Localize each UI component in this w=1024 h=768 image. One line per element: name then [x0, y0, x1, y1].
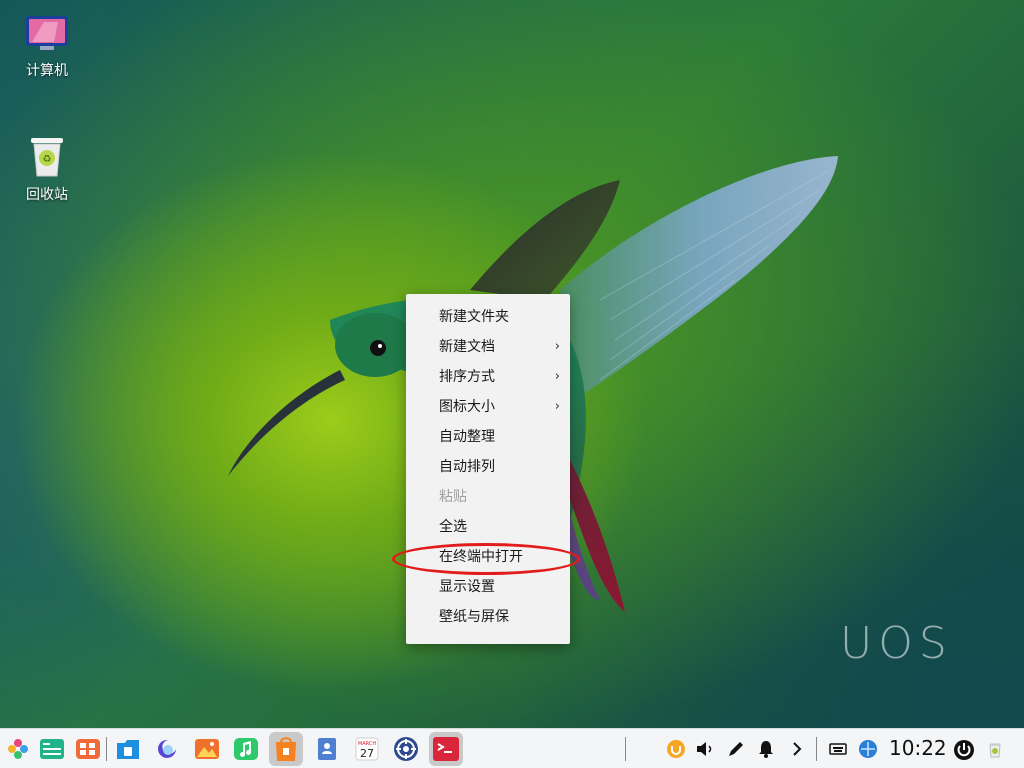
launcher-button[interactable]: [4, 735, 32, 763]
menu-item-display-settings[interactable]: 显示设置: [406, 572, 570, 602]
pen-icon: [729, 742, 743, 756]
app-grid-button[interactable]: [74, 735, 102, 763]
menu-item-new-folder[interactable]: 新建文件夹: [406, 302, 570, 332]
desktop-icon-label: 计算机: [26, 63, 68, 79]
highlight-annotation-oval: [392, 543, 580, 575]
settings-icon: [394, 737, 418, 761]
taskbar-separator: [106, 737, 107, 761]
calendar-icon: MARCH 27: [355, 737, 379, 761]
power-icon: [954, 740, 974, 760]
menu-item-label: 新建文档: [439, 339, 495, 355]
expand-tray-button[interactable]: [787, 739, 807, 759]
computer-icon: [26, 16, 68, 50]
menu-item-new-document[interactable]: 新建文档 ›: [406, 332, 570, 362]
chevron-right-icon: ›: [554, 369, 560, 384]
menu-item-label: 粘贴: [439, 489, 467, 505]
keyboard-tray-button[interactable]: [828, 739, 848, 759]
calendar-button[interactable]: MARCH 27: [353, 735, 381, 763]
desktop-icon-label: 回收站: [26, 187, 68, 203]
settings-button[interactable]: [392, 735, 420, 763]
pen-tray-button[interactable]: [726, 739, 746, 759]
multitask-view-icon: [40, 739, 64, 759]
menu-item-paste: 粘贴: [406, 482, 570, 512]
menu-item-auto-sort[interactable]: 自动排列: [406, 452, 570, 482]
photos-button[interactable]: [193, 735, 221, 763]
menu-item-label: 显示设置: [439, 579, 495, 595]
music-button[interactable]: [232, 735, 260, 763]
trash-tray-icon: [989, 743, 1001, 758]
chevron-right-icon: ›: [554, 339, 560, 354]
desktop-context-menu: 新建文件夹 新建文档 › 排序方式 › 图标大小 › 自动整理 自动排列 粘贴 全选 …: [406, 294, 570, 644]
menu-item-select-all[interactable]: 全选: [406, 512, 570, 542]
app-grid-icon: [76, 739, 100, 759]
app-store-button[interactable]: [269, 732, 303, 766]
app-store-icon: [276, 737, 296, 761]
file-manager-button[interactable]: [114, 735, 142, 763]
keyboard-icon: [829, 743, 847, 755]
uos-watermark: UOS: [840, 618, 953, 669]
launcher-icon: [8, 739, 28, 759]
contacts-button[interactable]: [313, 735, 341, 763]
terminal-icon: [433, 737, 459, 761]
menu-item-label: 排序方式: [439, 369, 495, 385]
menu-item-label: 自动整理: [439, 429, 495, 445]
menu-item-label: 壁纸与屏保: [439, 609, 509, 625]
desktop-icon-computer[interactable]: 计算机: [2, 14, 92, 80]
clock[interactable]: 10:22: [889, 736, 947, 760]
menu-item-icon-size[interactable]: 图标大小 ›: [406, 392, 570, 422]
network-tray-button[interactable]: [858, 739, 878, 759]
recycle-bin-icon: ♻: [31, 138, 63, 177]
contacts-icon: [318, 738, 336, 760]
menu-item-label: 自动排列: [439, 459, 495, 475]
update-icon: [667, 740, 685, 758]
music-icon: [234, 738, 258, 760]
chevron-right-icon: ›: [554, 399, 560, 414]
menu-item-label: 全选: [439, 519, 467, 535]
browser-icon: [158, 739, 176, 758]
notification-tray-button[interactable]: [756, 739, 776, 759]
notification-icon: [759, 741, 773, 758]
menu-item-label: 新建文件夹: [439, 309, 509, 325]
desktop-icon-trash[interactable]: ♻ 回收站: [2, 134, 92, 204]
multitask-view-button[interactable]: [38, 735, 66, 763]
file-manager-icon: [117, 740, 139, 759]
update-tray-button[interactable]: [666, 739, 686, 759]
taskbar-separator: [625, 737, 626, 761]
volume-icon: [697, 742, 712, 756]
taskbar-separator: [816, 737, 817, 761]
power-button[interactable]: [953, 739, 974, 760]
chevron-right-icon: [793, 742, 802, 756]
browser-button[interactable]: [154, 735, 182, 763]
menu-item-sort-by[interactable]: 排序方式 ›: [406, 362, 570, 392]
photos-icon: [195, 739, 219, 759]
calendar-day: 27: [360, 747, 374, 760]
menu-item-label: 图标大小: [439, 399, 495, 415]
menu-item-wallpaper-screensaver[interactable]: 壁纸与屏保: [406, 602, 570, 632]
taskbar: MARCH 27 10:22: [0, 728, 1024, 768]
svg-text:♻: ♻: [43, 154, 52, 165]
network-icon: [859, 740, 877, 758]
menu-item-auto-arrange[interactable]: 自动整理: [406, 422, 570, 452]
trash-tray-button[interactable]: [985, 739, 1005, 759]
volume-tray-button[interactable]: [695, 739, 715, 759]
terminal-button[interactable]: [429, 732, 463, 766]
